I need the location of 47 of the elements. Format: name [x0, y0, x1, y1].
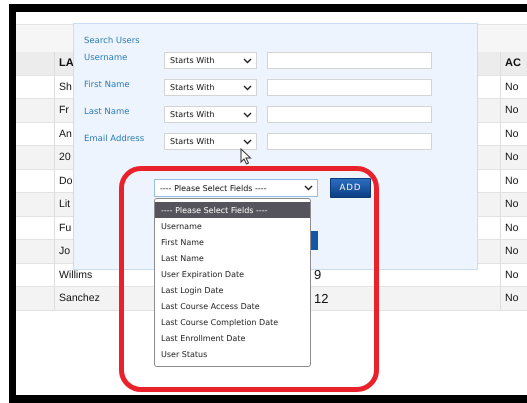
table-cell: No: [505, 80, 518, 93]
input-field[interactable]: [267, 79, 432, 96]
table-cell: Fr: [59, 104, 69, 116]
panel-title: Search Users: [84, 36, 141, 46]
column-header: AC: [505, 57, 521, 70]
table-cell: Lit: [59, 198, 70, 210]
table-cell: Sh: [59, 80, 72, 93]
table-cell: No: [505, 198, 518, 210]
mouse-pointer-icon: [240, 148, 252, 165]
operator-dropdown[interactable]: Starts With: [164, 52, 257, 69]
field-label: Username: [84, 52, 128, 65]
chevron-icon: [243, 138, 252, 144]
table-cell: No: [505, 292, 518, 304]
chevron-icon: [243, 84, 252, 90]
chevron-icon: [243, 58, 252, 64]
table-cell: No: [505, 128, 518, 140]
input-field[interactable]: [267, 106, 432, 123]
operator-dropdown[interactable]: Starts With: [164, 133, 257, 150]
table-cell: No: [505, 268, 518, 281]
operator-dropdown[interactable]: Starts With: [164, 79, 257, 96]
partly-hidden-button[interactable]: [311, 231, 318, 250]
chevron-icon: [243, 112, 252, 118]
table-cell: 9: [314, 267, 322, 282]
field-label: First Name: [84, 79, 131, 92]
operator-dropdown[interactable]: Starts With: [164, 106, 257, 123]
field-dropdown[interactable]: ---- Please Select Fields ----: [154, 179, 318, 197]
table-cell: 20: [59, 151, 71, 164]
table-cell: Do: [59, 174, 72, 187]
table-cell: Willims: [59, 268, 92, 281]
table-cell: 12: [314, 290, 328, 306]
field-label: Email Address: [84, 133, 146, 146]
table-cell: No: [505, 222, 518, 234]
table-cell: An: [59, 128, 72, 140]
dropdown-option[interactable]: ---- Please Select Fields ----: [155, 202, 310, 218]
table-cell: No: [505, 151, 518, 164]
input-field[interactable]: [267, 133, 432, 150]
table-cell: Sanchez: [59, 292, 100, 304]
input-field[interactable]: [267, 52, 432, 69]
chevron-icon: [304, 185, 313, 191]
table-cell: No: [505, 104, 518, 116]
table-cell: Jo: [59, 245, 70, 258]
column-header: LA: [59, 57, 74, 70]
add-button[interactable]: ADD: [330, 178, 371, 198]
field-label: Last Name: [84, 106, 130, 119]
table-cell: No: [505, 245, 518, 258]
table-cell: No: [505, 174, 518, 187]
table-cell: Fu: [59, 222, 72, 234]
